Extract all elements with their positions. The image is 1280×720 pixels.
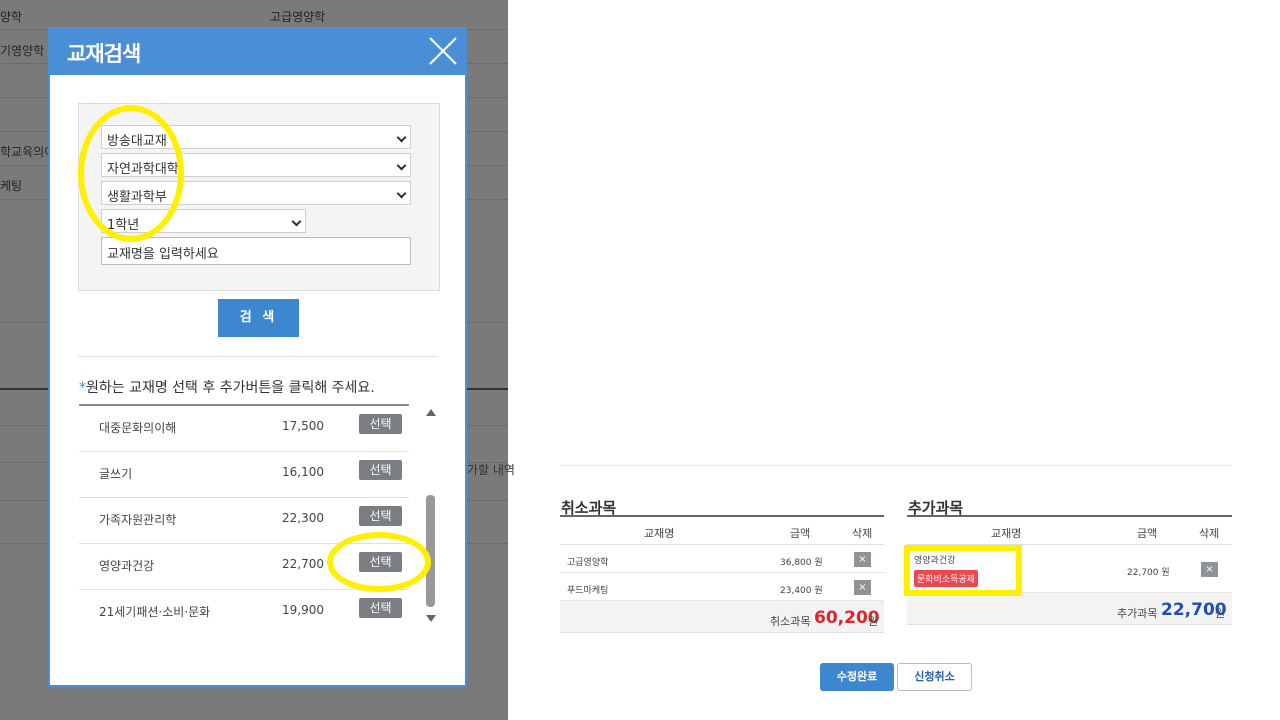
col-name-header: 교재명	[644, 527, 675, 540]
chevron-down-icon	[396, 160, 407, 171]
book-price: 19,900	[282, 603, 324, 617]
section-divider	[78, 356, 438, 357]
book-name: 영양과건강	[99, 559, 155, 573]
textbook-list: 대중문화의이해 17,500 선택 글쓰기 16,100 선택 가족자원관리학 …	[79, 404, 409, 626]
cancel-total-label: 취소과목	[770, 615, 811, 628]
chevron-down-icon	[396, 132, 407, 143]
highlight-box-added-item	[904, 545, 1022, 596]
table-row: 푸드마케팅 23,400 원 ×	[560, 573, 884, 601]
modal-title: 교재검색	[67, 42, 141, 66]
bg-side-note: 가할 내역	[467, 463, 515, 477]
book-name-placeholder: 교재명을 입력하세요	[107, 247, 219, 262]
highlight-ellipse-select	[327, 532, 431, 592]
add-total-unit: 원	[1215, 607, 1226, 620]
col-delete-header: 삭제	[1199, 527, 1220, 540]
row-price: 22,700 원	[1127, 568, 1170, 578]
list-item: 21세기패션·소비·문화 19,900 선택	[79, 590, 409, 626]
table-header: 교재명 금액 삭제	[907, 517, 1232, 545]
book-name: 대중문화의이해	[99, 421, 177, 435]
cancel-total-unit: 원	[868, 615, 879, 628]
section-divider	[560, 465, 1232, 466]
complete-edit-button[interactable]: 수정완료	[820, 663, 894, 691]
bg-text: 케팅	[0, 179, 23, 193]
book-name: 가족자원관리학	[99, 513, 177, 527]
select-button[interactable]: 선택	[359, 598, 402, 618]
highlight-ellipse-filters	[78, 105, 184, 242]
list-item: 글쓰기 16,100 선택	[79, 452, 409, 498]
delete-icon[interactable]: ×	[854, 580, 871, 595]
table-header: 교재명 금액 삭제	[560, 517, 884, 545]
row-price: 36,800 원	[780, 558, 823, 568]
cancel-application-button[interactable]: 신청취소	[897, 663, 972, 691]
col-name-header: 교재명	[991, 527, 1022, 540]
book-price: 22,700	[282, 557, 324, 571]
bg-text: 학교육의이	[0, 145, 56, 159]
cancel-total-row: 취소과목 60,200 원	[560, 601, 884, 633]
book-price: 22,300	[282, 511, 324, 525]
bg-text: 양학	[0, 10, 23, 24]
close-icon[interactable]	[427, 35, 459, 67]
select-button[interactable]: 선택	[359, 414, 402, 434]
row-price: 23,400 원	[780, 586, 823, 596]
book-name: 글쓰기	[99, 467, 133, 481]
search-button[interactable]: 검 색	[218, 299, 299, 337]
col-price-header: 금액	[790, 527, 811, 540]
chevron-down-icon	[291, 216, 302, 227]
col-delete-header: 삭제	[852, 527, 873, 540]
bg-text: 기영양학	[0, 44, 45, 58]
delete-icon[interactable]: ×	[854, 552, 871, 567]
select-button[interactable]: 선택	[359, 506, 402, 526]
add-total-label: 추가과목	[1117, 607, 1158, 620]
scroll-up-icon[interactable]	[426, 409, 436, 416]
book-name: 21세기패션·소비·문화	[99, 605, 211, 619]
instruction-label: 원하는 교재명 선택 후 추가버튼을 클릭해 주세요.	[86, 380, 375, 396]
row-book-name: 푸드마케팅	[567, 586, 609, 596]
modal-header: 교재검색	[50, 29, 465, 75]
col-price-header: 금액	[1137, 527, 1158, 540]
book-price: 17,500	[282, 419, 324, 433]
required-star: *	[79, 380, 86, 396]
add-total-row: 추가과목 22,700 원	[907, 593, 1232, 625]
list-item: 대중문화의이해 17,500 선택	[79, 406, 409, 452]
list-scrollbar[interactable]	[425, 407, 437, 627]
delete-icon[interactable]: ×	[1201, 562, 1218, 577]
cancel-table: 교재명 금액 삭제 고급영양학 36,800 원 × 푸드마케팅 23,400 …	[560, 515, 884, 633]
bg-text: 고급영양학	[270, 10, 326, 24]
scroll-down-icon[interactable]	[426, 615, 436, 622]
book-price: 16,100	[282, 465, 324, 479]
row-book-name: 고급영양학	[567, 558, 609, 568]
table-row: 고급영양학 36,800 원 ×	[560, 545, 884, 573]
book-name-input[interactable]: 교재명을 입력하세요	[101, 237, 411, 265]
instruction-text: *원하는 교재명 선택 후 추가버튼을 클릭해 주세요.	[79, 377, 375, 397]
chevron-down-icon	[396, 188, 407, 199]
select-button[interactable]: 선택	[359, 460, 402, 480]
